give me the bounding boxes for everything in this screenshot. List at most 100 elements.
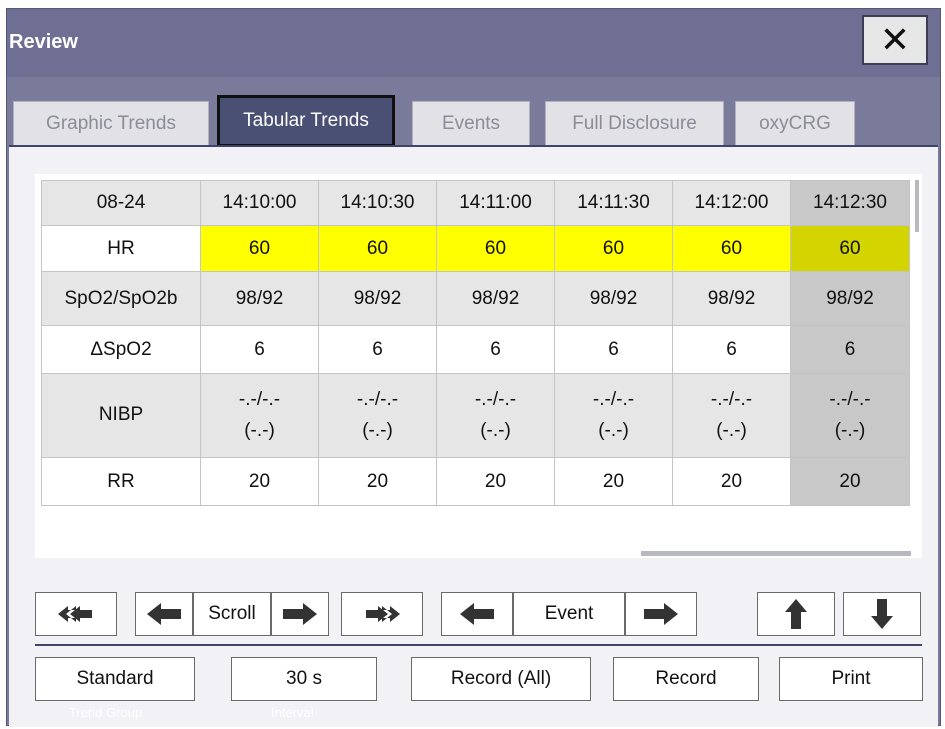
table-cell: 98/92 [200, 271, 319, 326]
table-row-spo2: SpO2/SpO2b 98/92 98/92 98/92 98/92 98/92… [41, 271, 910, 326]
trend-group-caption: Trend Group [69, 705, 143, 720]
date-cell: 08-24 [41, 180, 201, 226]
table-cell: 6 [200, 325, 319, 374]
table-cell: 6 [554, 325, 673, 374]
table-row-delta-spo2: ΔSpO2 6 6 6 6 6 6 [41, 325, 910, 374]
table-cell: -.-/-.- (-.-) [554, 373, 673, 458]
divider [35, 644, 922, 646]
tab-tabular-trends[interactable]: Tabular Trends [217, 95, 395, 147]
down-arrow-icon [871, 599, 893, 629]
row-label-spo2: SpO2/SpO2b [41, 271, 201, 326]
nibp-mean: (-.-) [716, 419, 747, 441]
record-all-button[interactable]: Record (All) [411, 657, 591, 701]
scroll-first-button[interactable] [35, 592, 117, 636]
table-cell: -.-/-.- (-.-) [436, 373, 555, 458]
row-label-delta-spo2: ΔSpO2 [41, 325, 201, 374]
table-cell: 20 [554, 457, 673, 506]
table-cell: 20 [200, 457, 319, 506]
double-right-arrow-icon [366, 606, 400, 622]
left-arrow-icon [147, 603, 181, 625]
interval-caption: Interval [271, 705, 314, 720]
row-label-nibp: NIBP [41, 373, 201, 458]
table-row-rr: RR 20 20 20 20 20 20 [41, 457, 910, 506]
table-row-hr: HR 60 60 60 60 60 60 [41, 225, 910, 272]
row-label-hr: HR [41, 225, 201, 272]
table-cell: -.-/-.- (-.-) [318, 373, 437, 458]
nibp-mean: (-.-) [598, 419, 629, 441]
nibp-mean: (-.-) [244, 419, 275, 441]
page-down-button[interactable] [843, 592, 921, 636]
table-cell-selected: -.-/-.- (-.-) [790, 373, 910, 458]
nibp-value: -.-/-.- [592, 389, 635, 411]
event-next-button[interactable] [625, 592, 697, 636]
page-up-button[interactable] [757, 592, 835, 636]
table-cell: -.-/-.- (-.-) [200, 373, 319, 458]
time-cell[interactable]: 14:11:30 [554, 180, 673, 226]
left-arrow-icon [460, 603, 494, 625]
table-cell: 60 [200, 225, 319, 272]
scroll-label: Scroll [193, 592, 271, 636]
right-arrow-icon [283, 603, 317, 625]
table-cell-selected: 20 [790, 457, 910, 506]
time-cell-selected[interactable]: 14:12:30 [790, 180, 910, 226]
vertical-scrollbar[interactable] [915, 180, 919, 232]
trend-group-button[interactable]: Standard [35, 657, 195, 701]
close-button[interactable]: ✕ [862, 15, 928, 65]
table-cell: 20 [436, 457, 555, 506]
nibp-mean: (-.-) [480, 419, 511, 441]
table-cell-selected: 98/92 [790, 271, 910, 326]
right-arrow-icon [644, 603, 678, 625]
table-cell: 98/92 [672, 271, 791, 326]
table-cell-selected: 60 [790, 225, 910, 272]
table-cell: 98/92 [318, 271, 437, 326]
nibp-mean: (-.-) [834, 419, 866, 441]
event-previous-button[interactable] [441, 592, 513, 636]
table-cell: 6 [436, 325, 555, 374]
nibp-value: -.-/-.- [710, 389, 753, 411]
table-header-row: 08-24 14:10:00 14:10:30 14:11:00 14:11:3… [41, 180, 910, 226]
table-cell: -.-/-.- (-.-) [672, 373, 791, 458]
table-cell: 60 [554, 225, 673, 272]
time-cell[interactable]: 14:10:30 [318, 180, 437, 226]
table-cell-selected: 6 [790, 325, 910, 374]
tab-events[interactable]: Events [412, 101, 530, 145]
row-label-rr: RR [41, 457, 201, 506]
table-cell: 98/92 [436, 271, 555, 326]
nibp-mean: (-.-) [362, 419, 393, 441]
table-cell: 60 [672, 225, 791, 272]
table-cell: 6 [672, 325, 791, 374]
nibp-value: -.-/-.- [829, 389, 871, 411]
review-window: Review ✕ Graphic Trends Tabular Trends E… [6, 8, 941, 727]
scroll-right-button[interactable] [271, 592, 329, 636]
double-left-arrow-icon [58, 606, 92, 622]
nibp-value: -.-/-.- [474, 389, 517, 411]
table-row-nibp: NIBP -.-/-.- (-.-) -.-/-.- (-.-) -.-/-.- (-… [41, 373, 910, 458]
tab-full-disclosure[interactable]: Full Disclosure [545, 101, 724, 145]
table-cell: 60 [436, 225, 555, 272]
event-label: Event [513, 592, 625, 636]
up-arrow-icon [785, 599, 807, 629]
nibp-value: -.-/-.- [238, 389, 281, 411]
time-cell[interactable]: 14:12:00 [672, 180, 791, 226]
trend-table: 08-24 14:10:00 14:10:30 14:11:00 14:11:3… [41, 180, 910, 506]
horizontal-scrollbar[interactable] [641, 551, 911, 556]
window-title: Review [9, 31, 78, 53]
tab-oxycrg[interactable]: oxyCRG [735, 101, 855, 145]
table-cell: 98/92 [554, 271, 673, 326]
trend-table-container: 08-24 14:10:00 14:10:30 14:11:00 14:11:3… [35, 174, 922, 558]
print-button[interactable]: Print [779, 657, 923, 701]
table-cell: 20 [672, 457, 791, 506]
time-cell[interactable]: 14:10:00 [200, 180, 319, 226]
record-button[interactable]: Record [613, 657, 759, 701]
scroll-left-button[interactable] [135, 592, 193, 636]
table-cell: 20 [318, 457, 437, 506]
tab-graphic-trends[interactable]: Graphic Trends [13, 101, 209, 145]
time-cell[interactable]: 14:11:00 [436, 180, 555, 226]
nibp-value: -.-/-.- [356, 389, 399, 411]
tabular-trends-panel: 08-24 14:10:00 14:10:30 14:11:00 14:11:3… [9, 145, 938, 727]
table-cell: 6 [318, 325, 437, 374]
table-cell: 60 [318, 225, 437, 272]
interval-button[interactable]: 30 s [231, 657, 377, 701]
scroll-last-button[interactable] [341, 592, 423, 636]
title-bar: Review ✕ [7, 9, 940, 77]
